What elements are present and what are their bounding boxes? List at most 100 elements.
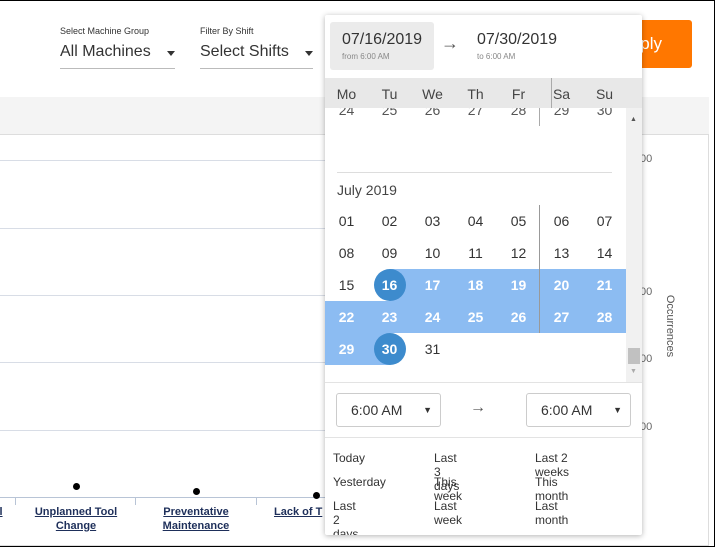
preset-option[interactable]: Today (333, 451, 365, 465)
day-cell[interactable]: 25 (454, 301, 497, 333)
scrollbar-thumb[interactable] (628, 348, 640, 364)
y-axis-label: Occurrences (664, 294, 676, 358)
weekday-label: Mo (336, 86, 357, 102)
selected-day-number: 16 (373, 269, 406, 301)
day-cell[interactable]: 28 (497, 108, 540, 126)
day-cell[interactable]: 29 (540, 108, 583, 126)
day-cell[interactable]: 12 (497, 237, 540, 269)
selected-day[interactable]: 16 (368, 269, 411, 301)
day-cell[interactable]: 10 (411, 237, 454, 269)
start-date-box[interactable]: 07/16/2019 from 6:00 AM (330, 22, 434, 70)
time-to-value: 6:00 AM (541, 402, 593, 418)
tick (256, 497, 257, 505)
weekday-label: Fr (511, 86, 526, 102)
day-cell[interactable]: 01 (325, 205, 368, 237)
day-cell[interactable]: 19 (497, 269, 540, 301)
weekend-divider (539, 108, 540, 126)
chevron-down-icon: ▼ (613, 405, 622, 415)
day-cell[interactable]: 15 (325, 269, 368, 301)
divider (325, 382, 642, 383)
weekday-label: Su (595, 86, 614, 102)
day-cell[interactable]: 11 (454, 237, 497, 269)
month-title: July 2019 (337, 182, 397, 198)
day-cell[interactable]: 26 (411, 108, 454, 126)
day-cell[interactable]: 05 (497, 205, 540, 237)
day-cell[interactable]: 22 (325, 301, 368, 333)
data-point[interactable] (193, 488, 200, 495)
day-cell[interactable]: 09 (368, 237, 411, 269)
day-cell[interactable]: 13 (540, 237, 583, 269)
day-cell[interactable]: 06 (540, 205, 583, 237)
selected-day[interactable]: 30 (368, 333, 411, 365)
divider (325, 437, 642, 438)
day-cell[interactable]: 26 (497, 301, 540, 333)
preset-option[interactable]: Yesterday (333, 475, 386, 489)
preset-option[interactable]: Last 2 days (333, 499, 358, 535)
start-time-sub: from 6:00 AM (342, 52, 390, 61)
end-date: 07/30/2019 (477, 31, 558, 48)
day-cell[interactable]: 21 (583, 269, 626, 301)
tick (135, 497, 136, 505)
shift-value: Select Shifts (200, 43, 289, 60)
underline (60, 68, 175, 69)
weekend-divider (551, 78, 552, 108)
start-date: 07/16/2019 (342, 31, 423, 48)
weekday-label: Th (467, 86, 484, 102)
day-cell[interactable]: 20 (540, 269, 583, 301)
chevron-down-icon (305, 51, 313, 56)
machine-group-value: All Machines (60, 43, 151, 60)
time-from-select[interactable]: 6:00 AM ▼ (336, 393, 441, 427)
chevron-down-icon: ▼ (423, 405, 432, 415)
scroll-down-icon[interactable]: ▼ (630, 368, 637, 375)
day-cell[interactable]: 30 (583, 108, 626, 126)
day-cell[interactable]: 27 (454, 108, 497, 126)
weekend-divider (539, 205, 540, 333)
day-cell[interactable]: 04 (454, 205, 497, 237)
preset-option[interactable]: Last week (434, 499, 462, 527)
calendar-scroll-area[interactable]: 24 25 26 27 28 29 30 July 2019 01 02 03 04 05 06 07 08 0… (325, 108, 626, 382)
end-date-box[interactable]: 07/30/2019 to 6:00 AM (465, 22, 569, 70)
selected-day-number: 30 (373, 333, 406, 365)
scrollbar[interactable]: ▲ ▼ (626, 108, 642, 382)
day-cell[interactable]: 27 (540, 301, 583, 333)
x-label[interactable]: Preventative Maintenance (146, 505, 246, 533)
day-cell[interactable]: 03 (411, 205, 454, 237)
day-cell[interactable]: 29 (325, 333, 368, 365)
day-cell[interactable]: 02 (368, 205, 411, 237)
month-divider (337, 172, 612, 173)
day-cell[interactable]: 18 (454, 269, 497, 301)
end-time-sub: to 6:00 AM (477, 52, 516, 61)
machine-group-select[interactable]: All Machines (60, 40, 175, 70)
time-to-select[interactable]: 6:00 AM ▼ (526, 393, 631, 427)
underline (200, 68, 313, 69)
scroll-up-icon[interactable]: ▲ (630, 116, 637, 123)
tick (15, 497, 16, 505)
day-cell[interactable]: 24 (325, 108, 368, 126)
day-cell[interactable]: 07 (583, 205, 626, 237)
day-cell[interactable]: 25 (368, 108, 411, 126)
weekday-header: Mo Tu We Th Fr Sa Su (325, 78, 642, 108)
chevron-down-icon (167, 51, 175, 56)
time-from-value: 6:00 AM (351, 402, 403, 418)
weekday-label: Sa (552, 86, 571, 102)
shift-select[interactable]: Select Shifts (200, 40, 313, 70)
day-cell[interactable]: 24 (411, 301, 454, 333)
day-cell[interactable]: 31 (411, 333, 454, 365)
shift-label: Filter By Shift (200, 26, 254, 36)
data-point[interactable] (73, 483, 80, 490)
machine-group-label: Select Machine Group (60, 26, 150, 36)
day-cell[interactable]: 23 (368, 301, 411, 333)
preset-option[interactable]: Last month (535, 499, 568, 527)
day-cell[interactable]: 17 (411, 269, 454, 301)
x-label[interactable]: Unplanned Tool Change (26, 505, 126, 533)
day-cell[interactable]: 08 (325, 237, 368, 269)
x-label[interactable]: l (0, 505, 6, 519)
arrow-right-icon: → (470, 399, 486, 416)
data-point[interactable] (313, 492, 320, 499)
day-cell[interactable]: 14 (583, 237, 626, 269)
weekday-label: Tu (381, 86, 398, 102)
date-range-picker: 07/16/2019 from 6:00 AM → 07/30/2019 to … (325, 15, 642, 535)
day-cell[interactable]: 28 (583, 301, 626, 333)
weekday-label: We (422, 86, 443, 102)
arrow-right-icon: → (441, 33, 459, 53)
